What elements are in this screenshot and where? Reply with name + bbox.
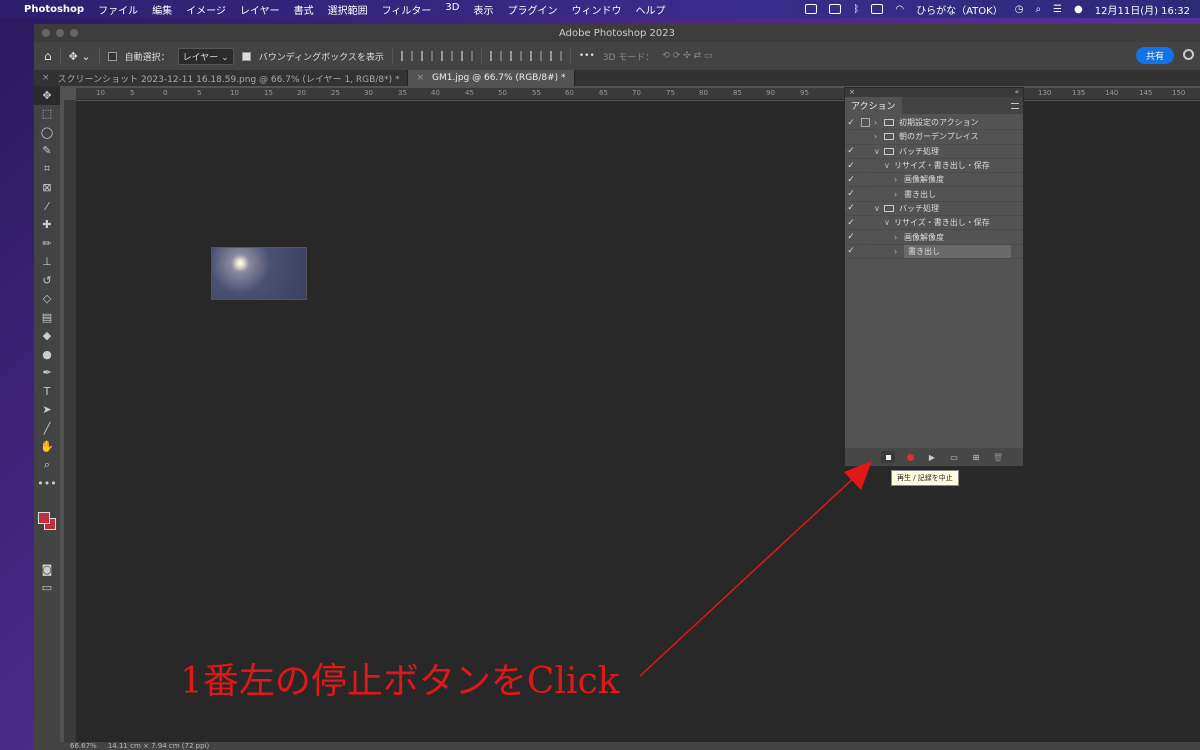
arrow-line: [639, 473, 859, 677]
arrow-head: [844, 461, 872, 490]
annotation-text: 1番左の停止ボタンをClick: [180, 661, 620, 702]
annotation-arrow: [639, 461, 872, 677]
